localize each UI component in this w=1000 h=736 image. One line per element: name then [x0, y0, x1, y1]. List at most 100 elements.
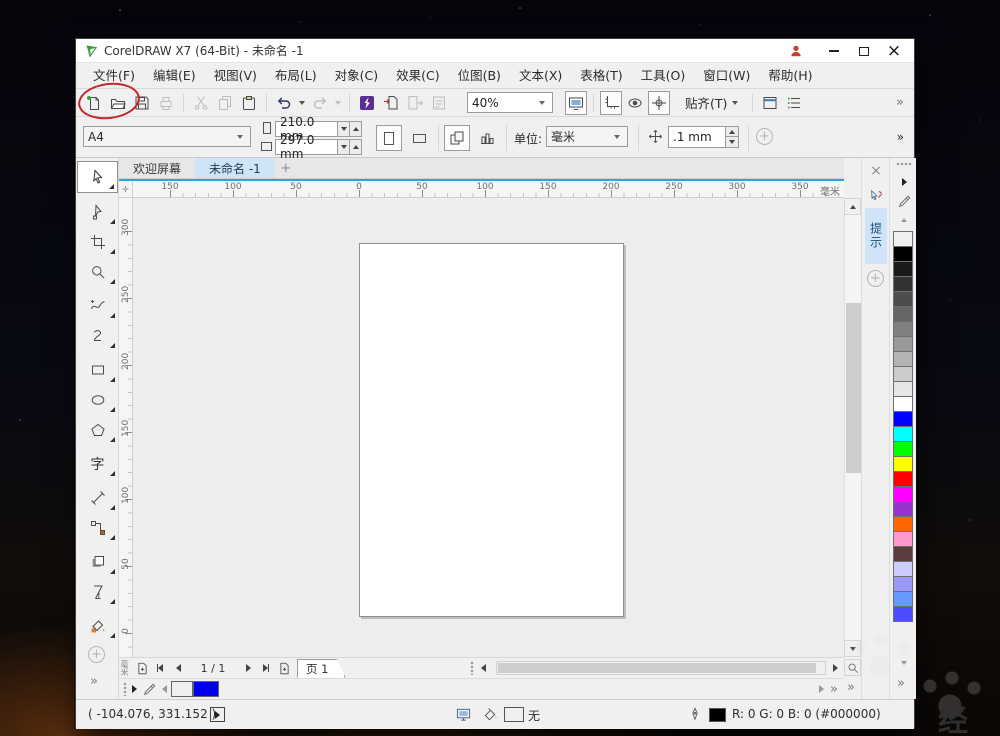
last-page-icon[interactable] — [257, 659, 275, 677]
page-tab[interactable]: 页 1 — [297, 659, 345, 678]
color-swatch[interactable] — [893, 456, 913, 472]
docpal-scroll-right-icon[interactable] — [812, 680, 830, 698]
save-icon[interactable] — [131, 91, 153, 115]
scroll-right-icon[interactable] — [826, 659, 844, 677]
palette-scroll-up-icon[interactable] — [894, 212, 914, 228]
menu-item[interactable]: 视图(V) — [205, 63, 266, 89]
menu-item[interactable]: 对象(C) — [326, 63, 387, 89]
scroll-left-icon[interactable] — [474, 659, 492, 677]
color-swatch[interactable] — [893, 516, 913, 532]
color-swatch[interactable] — [893, 471, 913, 487]
color-swatch[interactable] — [893, 531, 913, 547]
print-icon[interactable] — [155, 91, 177, 115]
polygon-tool[interactable] — [77, 415, 118, 445]
text-tool[interactable]: 字 — [77, 449, 118, 479]
color-swatch[interactable] — [893, 426, 913, 442]
title-bar[interactable]: CorelDRAW X7 (64-Bit) - 未命名 -1 × — [76, 39, 914, 63]
palette-flyout-icon[interactable] — [127, 680, 141, 698]
status-play-icon[interactable] — [210, 707, 225, 722]
docker-tab-hints[interactable]: 提示 — [865, 208, 887, 264]
docker-close-icon[interactable]: × — [866, 161, 886, 181]
docker-add-icon[interactable]: + — [867, 270, 884, 287]
color-swatch[interactable] — [893, 381, 913, 397]
color-swatch[interactable] — [893, 486, 913, 502]
page-size-combo[interactable]: A4 — [83, 126, 251, 147]
zoom-level-combo[interactable]: 40% — [467, 92, 553, 113]
color-swatch[interactable] — [193, 681, 219, 697]
search-content-icon[interactable] — [356, 91, 378, 115]
undo-icon[interactable] — [273, 91, 295, 115]
fill-bucket-icon[interactable] — [483, 707, 498, 722]
color-swatch[interactable] — [893, 561, 913, 577]
color-swatch[interactable] — [893, 261, 913, 277]
add-page-after-icon[interactable] — [275, 659, 293, 677]
all-pages-button[interactable] — [444, 125, 470, 151]
menu-item[interactable]: 位图(B) — [449, 63, 510, 89]
color-swatch[interactable] — [893, 546, 913, 562]
menu-item[interactable]: 文本(X) — [510, 63, 571, 89]
connector-tool[interactable] — [77, 513, 118, 543]
color-swatch[interactable] — [893, 291, 913, 307]
units-combo[interactable]: 毫米 — [546, 126, 628, 147]
drop-shadow-tool[interactable] — [77, 547, 118, 577]
undo-dropdown-icon[interactable] — [299, 101, 305, 105]
publish-pdf-icon[interactable] — [428, 91, 450, 115]
import-icon[interactable] — [380, 91, 402, 115]
propbar-overflow-button[interactable]: » — [897, 130, 904, 144]
account-icon[interactable] — [782, 39, 810, 63]
pick-tool[interactable] — [77, 161, 118, 193]
color-swatch[interactable] — [893, 366, 913, 382]
vertical-ruler[interactable]: 300250200150100500 — [119, 198, 133, 657]
freehand-tool[interactable] — [77, 291, 118, 321]
redo-dropdown-icon[interactable] — [335, 101, 341, 105]
vertical-scrollbar-track[interactable] — [844, 215, 861, 640]
portrait-orientation-button[interactable] — [376, 125, 402, 151]
navigator-magnifier-icon[interactable] — [844, 659, 861, 676]
scroll-up-icon[interactable] — [844, 198, 861, 215]
tab-welcome-screen[interactable]: 欢迎屏幕 — [119, 158, 195, 178]
toolbar-overflow-button[interactable]: » — [896, 95, 904, 110]
drawing-canvas[interactable] — [133, 198, 844, 657]
show-rulers-icon[interactable] — [600, 91, 622, 115]
crop-tool[interactable] — [77, 227, 118, 257]
swatch-none[interactable] — [893, 231, 913, 247]
toolbox-overflow-button[interactable]: » — [90, 674, 98, 689]
close-button[interactable]: × — [880, 39, 908, 63]
palette-overflow-button[interactable]: » — [897, 676, 905, 691]
add-tool-button[interactable]: + — [88, 646, 105, 663]
landscape-orientation-button[interactable] — [406, 125, 432, 151]
color-swatch[interactable] — [893, 411, 913, 427]
rectangle-tool[interactable] — [77, 355, 118, 385]
menu-item[interactable]: 帮助(H) — [759, 63, 821, 89]
scroll-down-icon[interactable] — [844, 640, 861, 657]
nudge-offset-input[interactable]: .1 mm — [668, 126, 726, 148]
fullscreen-preview-icon[interactable] — [565, 91, 587, 115]
next-page-icon[interactable] — [239, 659, 257, 677]
color-swatch[interactable] — [893, 351, 913, 367]
swatch-none[interactable] — [171, 681, 193, 697]
facing-pages-button[interactable] — [474, 125, 500, 151]
transparency-tool[interactable] — [77, 577, 118, 607]
menu-item[interactable]: 表格(T) — [571, 63, 631, 89]
bottom-overflow-button[interactable]: » — [847, 680, 855, 695]
customize-list-icon[interactable] — [783, 91, 805, 115]
redo-icon[interactable] — [309, 91, 331, 115]
menu-item[interactable]: 编辑(E) — [144, 63, 205, 89]
ruler-origin-button[interactable]: ✛ — [119, 181, 133, 198]
color-swatch[interactable] — [893, 321, 913, 337]
menu-item[interactable]: 文件(F) — [84, 63, 144, 89]
color-swatch[interactable] — [893, 606, 913, 622]
color-swatch[interactable] — [893, 396, 913, 412]
color-swatch[interactable] — [893, 591, 913, 607]
zoom-tool[interactable] — [77, 257, 118, 287]
previous-page-icon[interactable] — [169, 659, 187, 677]
eyedropper-icon[interactable] — [141, 680, 157, 698]
color-swatch[interactable] — [893, 576, 913, 592]
nudge-spinner[interactable] — [726, 126, 739, 148]
copy-icon[interactable] — [214, 91, 236, 115]
proofing-monitor-icon[interactable] — [456, 707, 471, 722]
paste-icon[interactable] — [238, 91, 260, 115]
horizontal-ruler[interactable]: 毫米 15010050050100150200250300350 — [133, 181, 844, 198]
vertical-scrollbar-thumb[interactable] — [846, 303, 861, 473]
palette-grip[interactable] — [896, 162, 912, 166]
